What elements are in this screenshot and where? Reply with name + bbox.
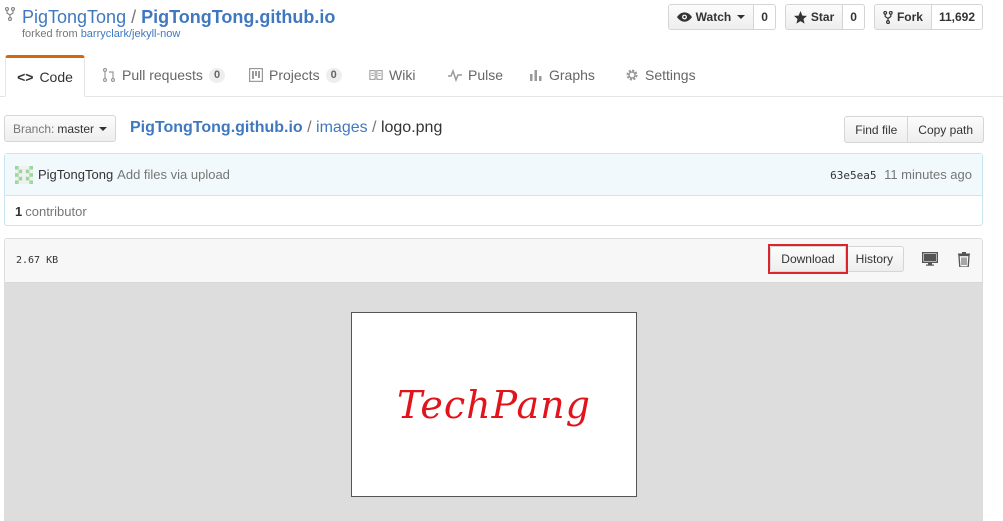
branch-value: master	[57, 121, 95, 136]
fork-group: Fork 11,692	[873, 4, 983, 30]
pull-requests-counter: 0	[208, 67, 226, 83]
tab-code-label: Code	[39, 69, 73, 85]
watch-label: Watch	[695, 10, 732, 24]
forked-from: forked from barryclark/jekyll-now	[22, 28, 180, 40]
forked-from-link[interactable]: barryclark/jekyll-now	[81, 28, 181, 40]
file-header: 2.67 KB Download History	[5, 239, 982, 283]
chevron-down-icon	[737, 15, 746, 19]
star-count[interactable]: 0	[843, 4, 865, 30]
watch-group: Watch 0	[667, 4, 776, 30]
tab-graphs[interactable]: Graphs	[529, 55, 595, 95]
repo-nav: <> Code Pull requests 0 Projects 0 Wiki …	[0, 55, 1003, 97]
graph-icon	[530, 70, 542, 81]
pagehead-actions: Watch 0 Star 0 Fork 11,692	[667, 4, 983, 30]
commit-tease-row: PigTongTong Add files via upload 63e5ea5…	[5, 154, 982, 196]
branch-label: Branch:	[12, 121, 55, 136]
image-view: TechPang	[5, 283, 982, 521]
tab-pull-requests-label: Pull requests	[122, 67, 203, 83]
breadcrumb: PigTongTong.github.io / images / logo.pn…	[130, 119, 442, 137]
tab-pulse-label: Pulse	[468, 67, 504, 83]
star-label: Star	[810, 10, 835, 24]
repo-name-link[interactable]: PigTongTong.github.io	[141, 7, 335, 27]
chevron-down-icon	[99, 126, 108, 131]
tab-wiki-label: Wiki	[389, 67, 416, 83]
star-icon	[793, 10, 807, 24]
contributors-row[interactable]: 1 contributor	[5, 196, 982, 227]
tab-settings[interactable]: Settings	[625, 55, 696, 95]
commit-time: 11 minutes ago	[884, 167, 972, 182]
repo-header: PigTongTong / PigTongTong.github.io fork…	[0, 0, 1003, 58]
contributors-count: 1	[15, 204, 23, 219]
contributors-label: contributor	[25, 204, 87, 219]
repo-title: PigTongTong / PigTongTong.github.io	[22, 6, 335, 28]
tab-projects-label: Projects	[269, 67, 320, 83]
wiki-icon	[369, 70, 383, 80]
delete-file-button[interactable]	[956, 251, 972, 267]
tab-pull-requests[interactable]: Pull requests 0	[102, 55, 226, 95]
breadcrumb-file: logo.png	[380, 119, 443, 136]
commit-message-link[interactable]: Add files via upload	[117, 167, 230, 182]
find-file-button[interactable]: Find file	[844, 116, 909, 143]
breadcrumb-dir-link[interactable]: images	[316, 119, 368, 136]
breadcrumb-separator: /	[367, 119, 381, 136]
repo-forked-icon	[4, 7, 16, 21]
gear-icon	[626, 69, 638, 81]
commit-meta: 63e5ea5 11 minutes ago	[830, 167, 972, 182]
pulse-icon	[448, 68, 462, 82]
logo-image: TechPang	[351, 312, 637, 497]
commit-author-link[interactable]: PigTongTong	[38, 167, 113, 182]
pull-request-icon	[102, 68, 116, 82]
copy-path-button[interactable]: Copy path	[908, 116, 984, 143]
branch-select-button[interactable]: Branch: master	[4, 115, 116, 142]
tab-projects[interactable]: Projects 0	[249, 55, 342, 95]
commit-tease: PigTongTong Add files via upload 63e5ea5…	[4, 153, 983, 226]
breadcrumb-separator: /	[302, 119, 317, 136]
repo-owner-link[interactable]: PigTongTong	[22, 7, 126, 27]
star-button[interactable]: Star	[784, 4, 844, 30]
project-icon	[249, 68, 263, 82]
repo-title-separator: /	[126, 7, 142, 27]
file-size: 2.67 KB	[16, 255, 59, 266]
eye-icon	[676, 12, 692, 22]
fork-label: Fork	[896, 10, 923, 24]
tab-code[interactable]: <> Code	[5, 55, 85, 97]
breadcrumb-root-link[interactable]: PigTongTong.github.io	[130, 119, 303, 136]
fork-count[interactable]: 11,692	[931, 4, 983, 30]
tab-pulse[interactable]: Pulse	[448, 55, 503, 95]
projects-counter: 0	[325, 67, 342, 83]
download-button[interactable]: Download	[768, 244, 849, 274]
tab-settings-label: Settings	[645, 67, 696, 83]
code-icon: <>	[17, 69, 34, 85]
logo-image-text: TechPang	[397, 382, 591, 427]
open-desktop-button[interactable]	[922, 251, 938, 267]
star-group: Star 0	[784, 4, 865, 30]
forked-from-label: forked from	[22, 28, 81, 40]
file-box: 2.67 KB Download History TechPang	[4, 238, 983, 521]
desktop-icon	[922, 252, 938, 266]
watch-count[interactable]: 0	[754, 4, 776, 30]
history-button[interactable]: History	[845, 246, 904, 272]
commit-sha-link[interactable]: 63e5ea5	[830, 169, 876, 182]
fork-button[interactable]: Fork	[873, 4, 932, 30]
avatar[interactable]	[15, 165, 33, 184]
tab-graphs-label: Graphs	[549, 67, 595, 83]
trashcan-icon	[958, 251, 970, 267]
tab-wiki[interactable]: Wiki	[369, 55, 415, 95]
watch-button[interactable]: Watch	[667, 4, 755, 30]
fork-icon	[883, 10, 893, 24]
file-nav-buttons: Find file Copy path	[844, 116, 984, 143]
file-actions: Download History	[768, 244, 972, 274]
